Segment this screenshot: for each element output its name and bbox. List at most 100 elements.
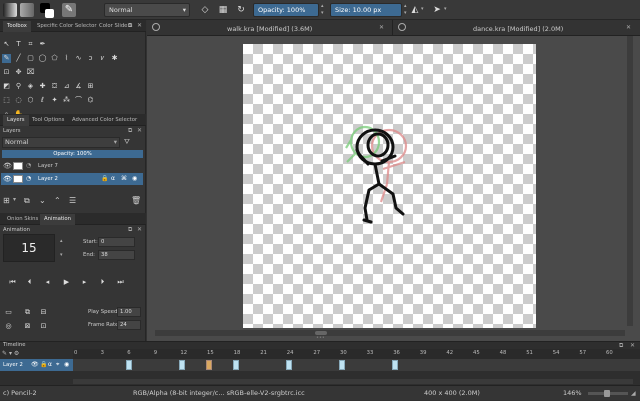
rectangle-tool-icon[interactable]: ▢ xyxy=(26,54,35,63)
add-keyframe-icon[interactable]: ▭ xyxy=(3,307,14,318)
magnetic-select-icon[interactable]: ⌬ xyxy=(86,96,95,105)
layer-row[interactable]: 👁 ◔ Layer 7 xyxy=(1,160,143,172)
text-tool-icon[interactable]: T xyxy=(14,40,23,49)
play-icon[interactable]: ▶ xyxy=(61,277,72,288)
current-frame-cursor[interactable] xyxy=(206,360,212,370)
layer-row-selected[interactable]: 👁 ◔ Layer 2 🔒 α ⌘ ◉ xyxy=(1,173,143,185)
pin-icon[interactable]: ⌖ xyxy=(56,359,59,371)
size-slider[interactable]: Size: 10.00 px xyxy=(330,3,402,17)
layer-properties-icon[interactable]: ☰ xyxy=(69,196,76,205)
chevron-down-icon[interactable]: ▾ xyxy=(9,350,12,357)
add-layer-icon[interactable]: ✎ xyxy=(2,350,7,357)
delete-keyframe-icon[interactable]: ⊟ xyxy=(38,307,49,318)
close-icon[interactable]: ✕ xyxy=(137,22,142,29)
chevron-down-icon[interactable]: ▾ xyxy=(421,6,424,12)
multibrush-icon[interactable]: ✱ xyxy=(110,54,119,63)
rect-select-icon[interactable]: ⬚ xyxy=(2,96,11,105)
keyframe[interactable] xyxy=(392,360,399,370)
smart-patch-icon[interactable]: ✚ xyxy=(38,82,47,91)
zoom-slider[interactable] xyxy=(588,390,628,397)
close-icon[interactable]: ✕ xyxy=(137,226,142,233)
line-tool-icon[interactable]: ╱ xyxy=(14,54,23,63)
previous-keyframe-icon[interactable]: ⏴ xyxy=(24,277,35,288)
bezier-tool-icon[interactable]: ∿ xyxy=(74,54,83,63)
visibility-eye-icon[interactable]: 👁 xyxy=(3,173,12,185)
close-icon[interactable]: ✕ xyxy=(379,24,384,31)
visibility-eye-icon[interactable]: 👁 xyxy=(3,160,12,172)
animation-icon[interactable]: ◉ xyxy=(132,173,137,185)
move-tool-icon[interactable]: ✥ xyxy=(14,68,23,77)
tab-tool-options[interactable]: Tool Options xyxy=(28,115,68,126)
resize-grip-icon[interactable]: ◢ xyxy=(631,386,636,401)
polygon-select-icon[interactable]: ⬡ xyxy=(26,96,35,105)
doc-tab-walk[interactable]: walk.kra [Modified] (3.6M) xyxy=(227,23,312,36)
color-picker-icon[interactable]: ⚲ xyxy=(14,82,23,91)
polyline-tool-icon[interactable]: ⌇ xyxy=(62,54,71,63)
onion-skin-icon[interactable]: ◔ xyxy=(26,173,31,185)
lock-icon[interactable]: 🔒 xyxy=(40,359,47,371)
blend-mode-select[interactable]: Normal ▾ xyxy=(104,3,190,17)
visibility-eye-icon[interactable]: 👁 xyxy=(31,359,39,371)
onion-skin-icon[interactable]: ◉ xyxy=(64,359,69,371)
frame-rate-field[interactable]: 24 xyxy=(117,320,141,330)
opacity-slider[interactable]: Opacity: 100% xyxy=(253,3,319,17)
timeline-track[interactable] xyxy=(73,359,640,371)
play-speed-field[interactable]: 1.00 xyxy=(117,307,141,317)
frame-spin-icon[interactable]: ▴ ▾ xyxy=(60,234,65,262)
keyframe[interactable] xyxy=(285,360,292,370)
alpha-lock-icon[interactable]: ⌘ xyxy=(121,173,127,185)
current-frame-display[interactable]: 15 xyxy=(3,234,55,262)
tab-animation[interactable]: Animation xyxy=(40,214,76,225)
duplicate-layer-icon[interactable]: ⧉ xyxy=(24,196,30,206)
dynamic-brush-icon[interactable]: 𝜈 xyxy=(98,54,107,63)
crop-tool-icon[interactable]: ⌧ xyxy=(26,68,35,77)
brush-preset-name[interactable]: c) Pencil-2 xyxy=(3,386,37,401)
close-icon[interactable]: ✕ xyxy=(626,24,631,31)
copy-keyframe-icon[interactable]: ⧉ xyxy=(22,307,33,318)
timeline-layer-header[interactable]: Layer 2 👁 🔒 α ⌖ ◉ xyxy=(0,359,73,371)
freehand-select-icon[interactable]: ℓ xyxy=(38,96,47,105)
drawing-canvas[interactable] xyxy=(243,44,536,328)
mirror-horizontal-icon[interactable]: ◭ xyxy=(408,3,422,17)
end-frame-field[interactable]: 38 xyxy=(98,250,135,260)
float-icon[interactable]: ⧉ xyxy=(128,22,132,30)
alpha-lock-icon[interactable]: α xyxy=(48,359,52,371)
freehand-brush-icon[interactable]: ✎ xyxy=(2,54,11,63)
float-icon[interactable]: ⧉ xyxy=(128,127,132,135)
reload-preset-icon[interactable]: ↻ xyxy=(234,3,248,17)
zoom-slider-handle[interactable] xyxy=(604,390,610,397)
inherit-alpha-icon[interactable]: α xyxy=(111,173,115,185)
colorize-mask-icon[interactable]: ◈ xyxy=(26,82,35,91)
mirror-vertical-icon[interactable]: ➤ xyxy=(430,3,444,17)
brush-preset-icon[interactable]: ✎ xyxy=(62,3,76,17)
ellipse-tool-icon[interactable]: ◯ xyxy=(38,54,47,63)
next-keyframe-icon[interactable]: ⏵ xyxy=(97,277,108,288)
onion-skin-toggle-icon[interactable]: ◎ xyxy=(3,321,14,332)
polygon-tool-icon[interactable]: ⬠ xyxy=(50,54,59,63)
add-layer-icon[interactable]: ⊞ xyxy=(3,196,10,205)
select-shapes-icon[interactable]: ↖ xyxy=(2,40,11,49)
chevron-down-icon[interactable]: ▾ xyxy=(13,196,16,203)
onion-skin-icon[interactable]: ◔ xyxy=(26,160,31,172)
doc-tab-dance[interactable]: dance.kra [Modified] (2.0M) xyxy=(473,23,563,36)
zoom-level[interactable]: 146% xyxy=(563,386,582,401)
horizontal-scrollbar[interactable] xyxy=(155,330,625,336)
ellipse-select-icon[interactable]: ◌ xyxy=(14,96,23,105)
chevron-down-icon[interactable]: ▾ xyxy=(444,6,447,12)
delete-layer-icon[interactable]: 🗑 xyxy=(131,196,141,205)
bezier-select-icon[interactable]: ⌒ xyxy=(74,96,83,105)
reference-tool-icon[interactable]: ⊞ xyxy=(86,82,95,91)
lock-icon[interactable]: 🔒 xyxy=(101,173,108,185)
gradient-tool-icon[interactable]: ◩ xyxy=(2,82,11,91)
keyframe[interactable] xyxy=(232,360,239,370)
background-color-swatch[interactable] xyxy=(45,9,54,18)
close-icon[interactable]: ✕ xyxy=(630,342,635,349)
settings-icon[interactable]: ⚙ xyxy=(14,350,19,357)
vertical-scrollbar[interactable] xyxy=(627,36,633,326)
first-frame-icon[interactable]: ⏮ xyxy=(7,277,18,288)
keyframe[interactable] xyxy=(126,360,133,370)
fill-tool-icon[interactable]: ⛋ xyxy=(50,82,59,91)
close-icon[interactable]: ✕ xyxy=(137,127,142,134)
calligraphy-icon[interactable]: ✒ xyxy=(38,40,47,49)
transform-tool-icon[interactable]: ⊡ xyxy=(2,68,11,77)
